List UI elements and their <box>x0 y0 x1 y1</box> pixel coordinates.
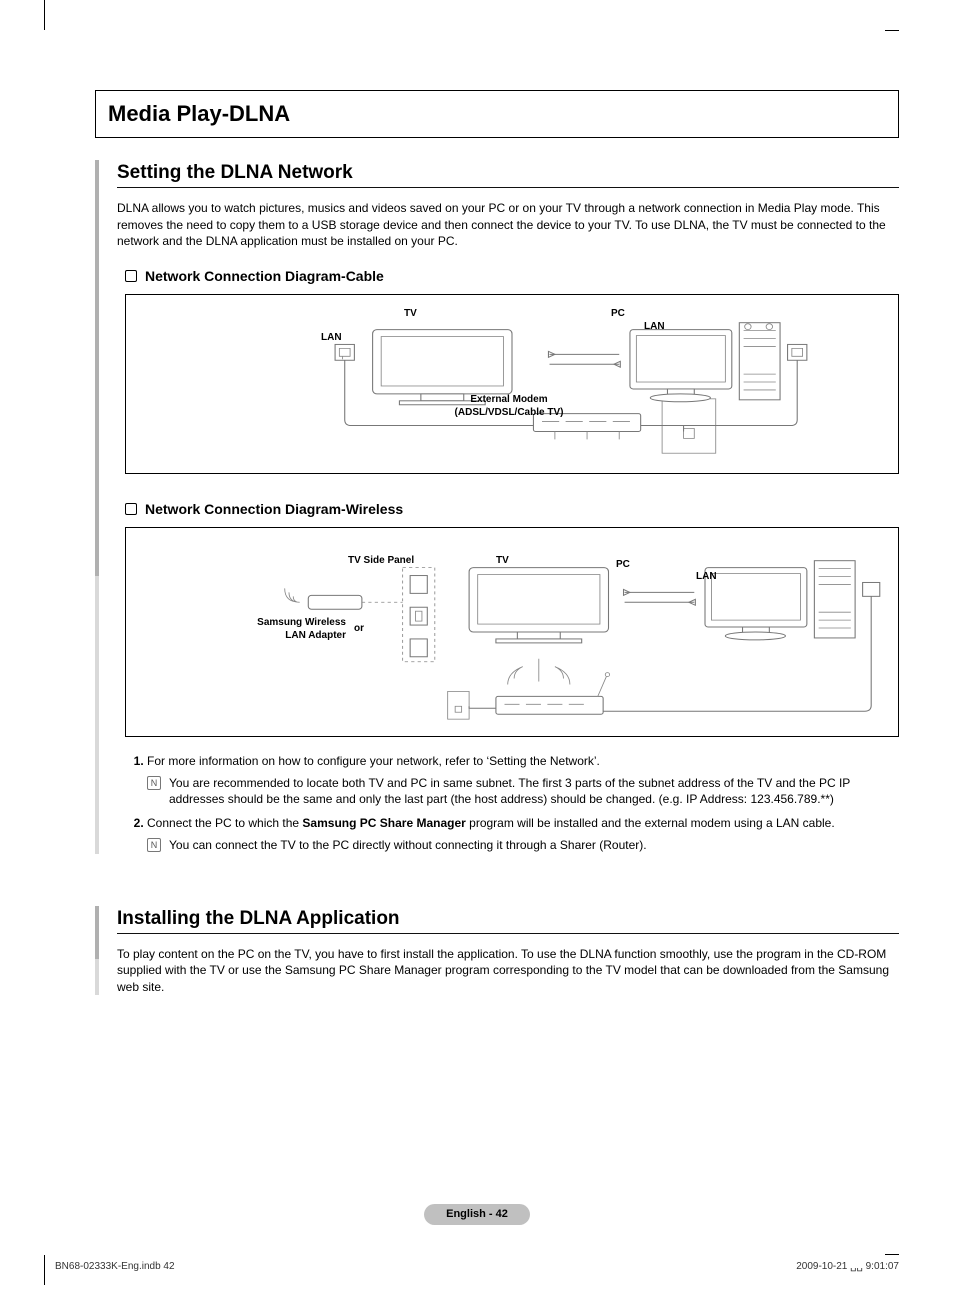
page-footer: English - 42 <box>0 1204 954 1225</box>
crop-mark <box>885 1254 899 1255</box>
subhead-label: Network Connection Diagram-Wireless <box>145 500 403 519</box>
crop-mark <box>44 0 45 30</box>
step-2: Connect the PC to which the Samsung PC S… <box>147 815 899 853</box>
step-2-note: N You can connect the TV to the PC direc… <box>147 837 899 853</box>
label-modem-l2: (ADSL/VDSL/Cable TV) <box>444 406 574 420</box>
section-title: Setting the DLNA Network <box>117 160 899 189</box>
label-adapter: Samsung Wireless LAN Adapter <box>246 616 346 643</box>
footer-right: 2009-10-21 ␣␣ 9:01:07 <box>796 1260 899 1274</box>
step-2-text-b: program will be installed and the extern… <box>466 816 835 830</box>
step-2-bold: Samsung PC Share Manager <box>302 816 465 830</box>
section-para: DLNA allows you to watch pictures, music… <box>117 200 899 249</box>
label-pc: PC <box>616 558 630 572</box>
section-para: To play content on the PC on the TV, you… <box>117 946 899 995</box>
page-pill: English - 42 <box>424 1204 530 1225</box>
crop-mark <box>44 1255 45 1285</box>
diagram-cable: TV PC LAN LAN External Modem (ADSL/VDSL/… <box>125 294 899 474</box>
note-icon: N <box>147 838 161 852</box>
crop-mark <box>885 30 899 31</box>
step-1: For more information on how to configure… <box>147 753 899 808</box>
step-1-note: N You are recommended to locate both TV … <box>147 775 899 807</box>
checkbox-icon <box>125 503 137 515</box>
label-side-panel: TV Side Panel <box>348 554 414 568</box>
subhead-cable: Network Connection Diagram-Cable <box>117 267 899 286</box>
chapter-box: Media Play-DLNA <box>95 90 899 138</box>
label-modem-l1: External Modem <box>444 393 574 407</box>
section-installing-dlna: Installing the DLNA Application To play … <box>95 906 899 995</box>
label-lan-right: LAN <box>644 320 665 334</box>
label-adapter-l1: Samsung Wireless <box>246 616 346 630</box>
note-text: You can connect the TV to the PC directl… <box>169 837 647 853</box>
footer-left: BN68-02333K-Eng.indb 42 <box>55 1260 175 1274</box>
note-text: You are recommended to locate both TV an… <box>169 775 899 807</box>
label-tv: TV <box>404 307 417 321</box>
label-or: or <box>354 622 364 636</box>
label-lan-left: LAN <box>321 331 342 345</box>
section-title: Installing the DLNA Application <box>117 906 899 935</box>
step-2-text-a: Connect the PC to which the <box>147 816 302 830</box>
diagram-wireless: TV Side Panel TV PC LAN Samsung Wireless… <box>125 527 899 737</box>
label-lan: LAN <box>696 570 717 584</box>
label-adapter-l2: LAN Adapter <box>246 629 346 643</box>
label-pc: PC <box>611 307 625 321</box>
chapter-title: Media Play-DLNA <box>108 99 886 129</box>
page: Media Play-DLNA Setting the DLNA Network… <box>0 0 954 1315</box>
note-icon: N <box>147 776 161 790</box>
crop-footer: BN68-02333K-Eng.indb 42 2009-10-21 ␣␣ 9:… <box>55 1260 899 1274</box>
subhead-wireless: Network Connection Diagram-Wireless <box>117 500 899 519</box>
step-1-text: For more information on how to configure… <box>147 754 600 768</box>
label-modem: External Modem (ADSL/VDSL/Cable TV) <box>444 393 574 420</box>
subhead-label: Network Connection Diagram-Cable <box>145 267 384 286</box>
checkbox-icon <box>125 270 137 282</box>
steps-list: For more information on how to configure… <box>125 753 899 854</box>
section-bar <box>95 906 99 995</box>
section-setting-dlna: Setting the DLNA Network DLNA allows you… <box>95 160 899 854</box>
label-tv: TV <box>496 554 509 568</box>
section-bar <box>95 160 99 854</box>
